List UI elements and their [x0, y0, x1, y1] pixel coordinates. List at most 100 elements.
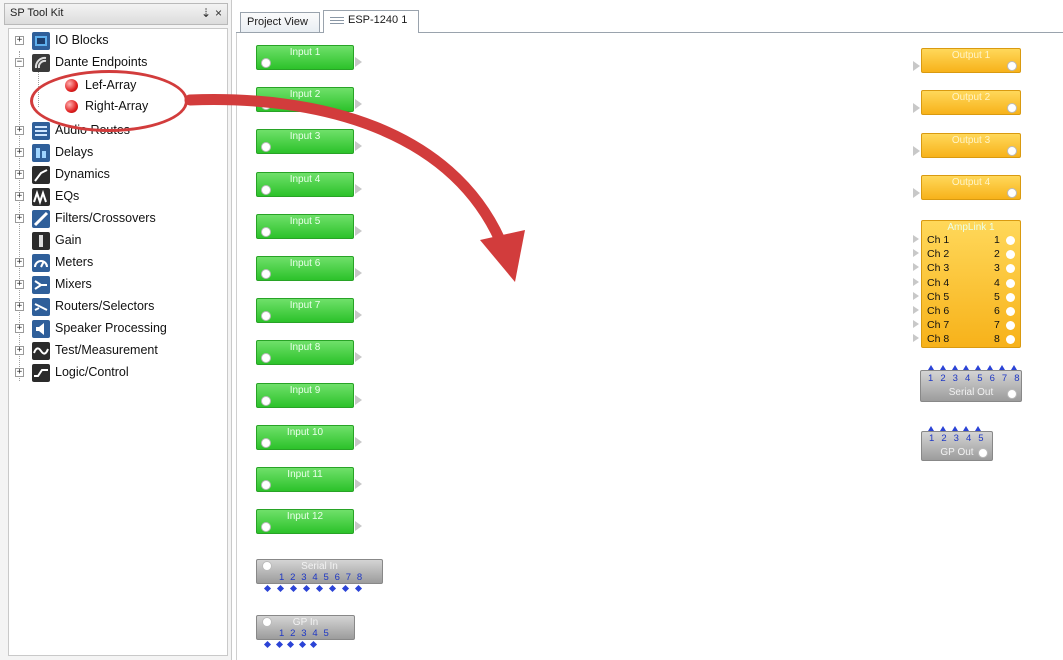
- output-arrow-icon[interactable]: [355, 141, 362, 152]
- block-port[interactable]: [261, 395, 271, 406]
- channel-input-arrow-icon[interactable]: [913, 291, 919, 300]
- pin-marker[interactable]: [951, 365, 958, 370]
- input-block[interactable]: Input 4: [256, 171, 354, 197]
- tree-item-eqs[interactable]: + EQs: [9, 187, 224, 207]
- gp-out-block[interactable]: 1 2 3 4 5 GP Out: [921, 431, 993, 461]
- tree-item-delays[interactable]: + Delays: [9, 143, 224, 163]
- block-port[interactable]: [261, 311, 271, 322]
- expand-toggle[interactable]: +: [15, 170, 24, 179]
- input-block[interactable]: Input 10: [256, 424, 354, 450]
- output-arrow-icon[interactable]: [355, 99, 362, 110]
- output-arrow-icon[interactable]: [355, 394, 362, 405]
- channel-input-arrow-icon[interactable]: [913, 235, 919, 243]
- output-arrow-icon[interactable]: [355, 352, 362, 363]
- block-port[interactable]: [1007, 187, 1017, 198]
- input-arrow-icon[interactable]: [913, 103, 920, 114]
- output-arrow-icon[interactable]: [355, 436, 362, 447]
- gp-in-block[interactable]: GP In 1 2 3 4 5: [256, 615, 355, 640]
- tree-item-logic-control[interactable]: + Logic/Control: [9, 363, 224, 383]
- pin-marker[interactable]: [302, 584, 311, 593]
- output-block[interactable]: Output 4: [921, 174, 1021, 200]
- pin-marker[interactable]: [354, 584, 363, 593]
- pin-marker[interactable]: [975, 426, 982, 431]
- block-port[interactable]: [261, 58, 271, 68]
- input-block[interactable]: Input 9: [256, 382, 354, 408]
- tree-item-gain[interactable]: Gain: [9, 231, 224, 251]
- tree-item-test-measurement[interactable]: + Test/Measurement: [9, 341, 224, 361]
- pin-marker[interactable]: [275, 640, 283, 649]
- close-icon[interactable]: ×: [215, 6, 222, 20]
- input-block[interactable]: Input 8: [256, 340, 354, 366]
- pin-marker[interactable]: [963, 365, 970, 370]
- block-port[interactable]: [978, 448, 988, 458]
- channel-port[interactable]: [1006, 292, 1015, 302]
- pin-marker[interactable]: [951, 426, 958, 431]
- collapse-toggle[interactable]: −: [15, 58, 24, 67]
- input-block[interactable]: Input 6: [256, 256, 354, 281]
- expand-toggle[interactable]: +: [15, 324, 24, 333]
- pin-icon[interactable]: ⇣: [201, 6, 211, 20]
- channel-port[interactable]: [1006, 335, 1015, 345]
- tree-item-io-blocks[interactable]: + IO Blocks: [9, 31, 224, 51]
- channel-input-arrow-icon[interactable]: [913, 320, 919, 329]
- tree-item-filters-crossovers[interactable]: + Filters/Crossovers: [9, 209, 224, 229]
- pin-marker[interactable]: [289, 584, 298, 593]
- block-port[interactable]: [261, 480, 271, 490]
- output-block[interactable]: Output 1: [921, 48, 1021, 73]
- pin-marker[interactable]: [298, 640, 306, 649]
- expand-toggle[interactable]: +: [15, 368, 24, 377]
- channel-port[interactable]: [1006, 278, 1015, 288]
- block-port[interactable]: [1007, 61, 1017, 71]
- expand-toggle[interactable]: +: [15, 36, 24, 45]
- pin-marker[interactable]: [928, 426, 934, 431]
- block-port[interactable]: [261, 522, 271, 533]
- input-block[interactable]: Input 1: [256, 45, 354, 70]
- pin-marker[interactable]: [928, 365, 934, 370]
- dante-endpoint-left-array[interactable]: Lef-Array: [65, 76, 225, 96]
- output-arrow-icon[interactable]: [355, 57, 362, 67]
- channel-input-arrow-icon[interactable]: [913, 277, 919, 286]
- input-arrow-icon[interactable]: [913, 61, 920, 71]
- block-port[interactable]: [1007, 145, 1017, 156]
- block-port[interactable]: [1007, 103, 1017, 114]
- block-port[interactable]: [261, 184, 271, 195]
- input-arrow-icon[interactable]: [913, 187, 920, 198]
- output-arrow-icon[interactable]: [355, 521, 362, 532]
- tab-esp-1240[interactable]: ESP-1240 1: [323, 10, 419, 33]
- channel-port[interactable]: [1006, 236, 1015, 245]
- tree-item-mixers[interactable]: + Mixers: [9, 275, 224, 295]
- pin-marker[interactable]: [315, 584, 324, 593]
- amplink-block[interactable]: AmpLink 1 Ch 1 1 Ch 2 2 Ch 3 3 Ch 4 4 Ch 5 5 Ch 6 6…: [921, 220, 1021, 348]
- pin-marker[interactable]: [975, 365, 982, 370]
- block-port[interactable]: [261, 269, 271, 279]
- block-port[interactable]: [261, 226, 271, 237]
- expand-toggle[interactable]: +: [15, 214, 24, 223]
- block-port[interactable]: [1007, 389, 1017, 399]
- input-arrow-icon[interactable]: [913, 145, 920, 156]
- input-block[interactable]: Input 7: [256, 298, 354, 324]
- pin-marker[interactable]: [341, 584, 350, 593]
- pin-marker[interactable]: [939, 365, 946, 370]
- output-arrow-icon[interactable]: [355, 310, 362, 321]
- pin-marker[interactable]: [309, 640, 318, 649]
- input-block[interactable]: Input 3: [256, 129, 354, 155]
- expand-toggle[interactable]: +: [15, 346, 24, 355]
- pin-marker[interactable]: [939, 426, 946, 431]
- output-block[interactable]: Output 2: [921, 90, 1021, 116]
- channel-port[interactable]: [1006, 321, 1015, 331]
- channel-port[interactable]: [1006, 250, 1015, 260]
- output-arrow-icon[interactable]: [355, 479, 362, 489]
- block-port[interactable]: [261, 437, 271, 448]
- pin-marker[interactable]: [286, 640, 295, 649]
- channel-input-arrow-icon[interactable]: [913, 306, 919, 314]
- channel-input-arrow-icon[interactable]: [913, 263, 919, 272]
- pin-marker[interactable]: [963, 426, 970, 431]
- pin-marker[interactable]: [1010, 365, 1017, 370]
- pin-marker[interactable]: [263, 640, 272, 649]
- pin-marker[interactable]: [998, 365, 1005, 370]
- tree-item-audio-routes[interactable]: + Audio Routes: [9, 121, 224, 141]
- block-port[interactable]: [261, 353, 271, 364]
- input-block[interactable]: Input 5: [256, 213, 354, 239]
- tree-item-speaker-processing[interactable]: + Speaker Processing: [9, 319, 224, 339]
- pin-marker[interactable]: [987, 365, 993, 370]
